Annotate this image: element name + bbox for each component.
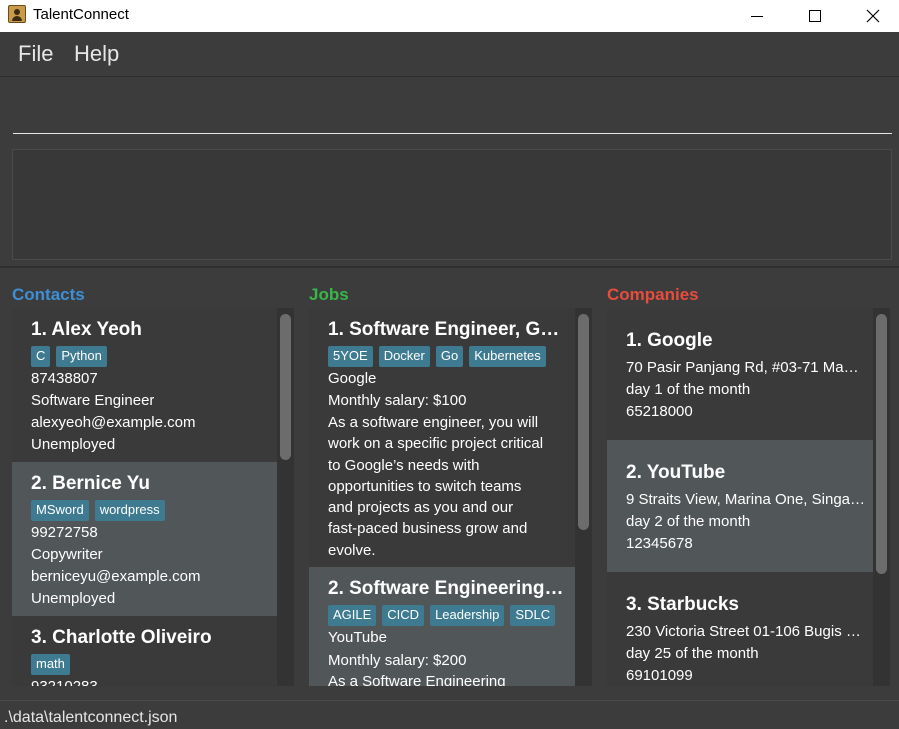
company-billing-date: day 1 of the month	[626, 381, 751, 398]
tag: math	[31, 654, 70, 675]
description-line: evolve.	[328, 541, 376, 559]
window-title: TalentConnect	[33, 6, 129, 23]
company-name: 1. Google	[626, 330, 713, 351]
company-phone: 65218000	[626, 403, 693, 420]
contacts-list[interactable]: 1. Alex Yeoh C Python 87438807 Software …	[12, 308, 294, 686]
company-billing-date: day 2 of the month	[626, 513, 751, 530]
description-line: and projects as you and our	[328, 499, 514, 517]
company-card[interactable]: 1. Google 70 Pasir Panjang Rd, #03-71 Ma…	[607, 308, 873, 440]
description-line: to Google’s needs with	[328, 456, 480, 474]
jobs-list[interactable]: 1. Software Engineer, Google 5YOE Docker…	[309, 308, 592, 686]
contact-role: Copywriter	[31, 546, 103, 563]
contact-phone: 87438807	[31, 370, 98, 387]
tag: MSword	[31, 500, 89, 521]
section-divider	[0, 266, 899, 268]
companies-scrollbar[interactable]	[873, 308, 890, 686]
company-card[interactable]: 2. YouTube 9 Straits View, Marina One, S…	[607, 440, 873, 572]
tag: C	[31, 346, 51, 367]
job-salary: Monthly salary: $200	[328, 652, 467, 669]
result-display	[12, 149, 892, 260]
tag: wordpress	[94, 500, 165, 521]
description-line: As a Software Engineering	[328, 673, 506, 686]
command-input[interactable]	[13, 88, 892, 134]
contact-name: 3. Charlotte Oliveiro	[31, 627, 212, 648]
companies-title: Companies	[607, 285, 699, 304]
jobs-title: Jobs	[309, 285, 349, 304]
menu-file[interactable]: File	[18, 41, 53, 67]
contact-tags: math	[31, 654, 70, 675]
description-line: opportunities to switch teams	[328, 477, 522, 495]
contacts-scrollbar[interactable]	[277, 308, 294, 686]
contact-name: 1. Alex Yeoh	[31, 319, 142, 340]
job-tags: AGILE CICD Leadership SDLC	[328, 605, 556, 626]
contact-phone: 93210283	[31, 678, 98, 686]
minimize-icon	[751, 15, 763, 17]
tag: AGILE	[328, 605, 377, 626]
job-salary: Monthly salary: $100	[328, 392, 467, 409]
description-line: fast-paced business grow and	[328, 520, 528, 538]
contact-tags: MSword wordpress	[31, 500, 165, 521]
maximize-icon	[809, 10, 821, 22]
company-phone: 12345678	[626, 535, 693, 552]
jobs-scrollbar[interactable]	[575, 308, 592, 686]
scroll-thumb[interactable]	[578, 314, 589, 530]
company-name: 2. YouTube	[626, 462, 726, 483]
command-box	[0, 78, 899, 142]
company-address: 70 Pasir Panjang Rd, #03-71 Mapletree Bu…	[626, 359, 862, 376]
tag: Leadership	[430, 605, 505, 626]
contact-role: Software Engineer	[31, 392, 155, 409]
contact-email: berniceyu@example.com	[31, 568, 201, 585]
job-description: As a software engineer, you will work on…	[328, 412, 570, 561]
job-card[interactable]: 2. Software Engineering Intern AGILE CIC…	[309, 567, 575, 686]
contact-card[interactable]: 1. Alex Yeoh C Python 87438807 Software …	[12, 308, 277, 462]
contacts-title: Contacts	[12, 285, 85, 304]
tag: 5YOE	[328, 346, 373, 367]
job-title: 2. Software Engineering Intern	[328, 578, 568, 599]
company-card[interactable]: 3. Starbucks 230 Victoria Street 01-106 …	[607, 572, 873, 686]
company-name: 3. Starbucks	[626, 594, 739, 615]
tag: SDLC	[510, 605, 556, 626]
companies-list[interactable]: 1. Google 70 Pasir Panjang Rd, #03-71 Ma…	[607, 308, 890, 686]
status-bar: .\data\talentconnect.json	[0, 700, 899, 729]
scroll-thumb[interactable]	[280, 314, 291, 460]
minimize-button[interactable]	[728, 0, 786, 32]
tag: CICD	[382, 605, 425, 626]
description-line: As a software engineer, you will	[328, 414, 539, 431]
job-tags: 5YOE Docker Go Kubernetes	[328, 346, 546, 367]
job-card[interactable]: 1. Software Engineer, Google 5YOE Docker…	[309, 308, 575, 567]
company-phone: 69101099	[626, 667, 693, 684]
title-bar: TalentConnect	[0, 0, 899, 32]
menu-bar: File Help	[0, 32, 899, 77]
data-file-path: .\data\talentconnect.json	[4, 709, 178, 726]
close-button[interactable]	[844, 0, 899, 32]
company-address: 9 Straits View, Marina One, Singapore	[626, 491, 866, 508]
company-billing-date: day 25 of the month	[626, 645, 759, 662]
contact-card[interactable]: 2. Bernice Yu MSword wordpress 99272758 …	[12, 462, 277, 616]
company-address: 230 Victoria Street 01-106 Bugis Junctio…	[626, 623, 862, 640]
contact-status: Unemployed	[31, 436, 116, 453]
contact-phone: 99272758	[31, 524, 98, 541]
tag: Kubernetes	[469, 346, 546, 367]
tag: Go	[435, 346, 464, 367]
menu-help[interactable]: Help	[74, 41, 119, 67]
maximize-button[interactable]	[786, 0, 844, 32]
scroll-thumb[interactable]	[876, 314, 887, 574]
contact-status: Unemployed	[31, 590, 116, 607]
job-company: YouTube	[328, 629, 387, 646]
description-line: work on a specific project critical	[328, 435, 544, 453]
contact-email: alexyeoh@example.com	[31, 414, 196, 431]
contact-card[interactable]: 3. Charlotte Oliveiro math 93210283	[12, 616, 277, 686]
app-icon	[8, 5, 26, 23]
tag: Docker	[378, 346, 430, 367]
contact-tags: C Python	[31, 346, 107, 367]
job-title: 1. Software Engineer, Google	[328, 319, 568, 340]
job-company: Google	[328, 370, 377, 387]
job-description: As a Software Engineering	[328, 671, 570, 686]
tag: Python	[56, 346, 107, 367]
contact-name: 2. Bernice Yu	[31, 473, 150, 494]
close-icon	[866, 9, 880, 23]
